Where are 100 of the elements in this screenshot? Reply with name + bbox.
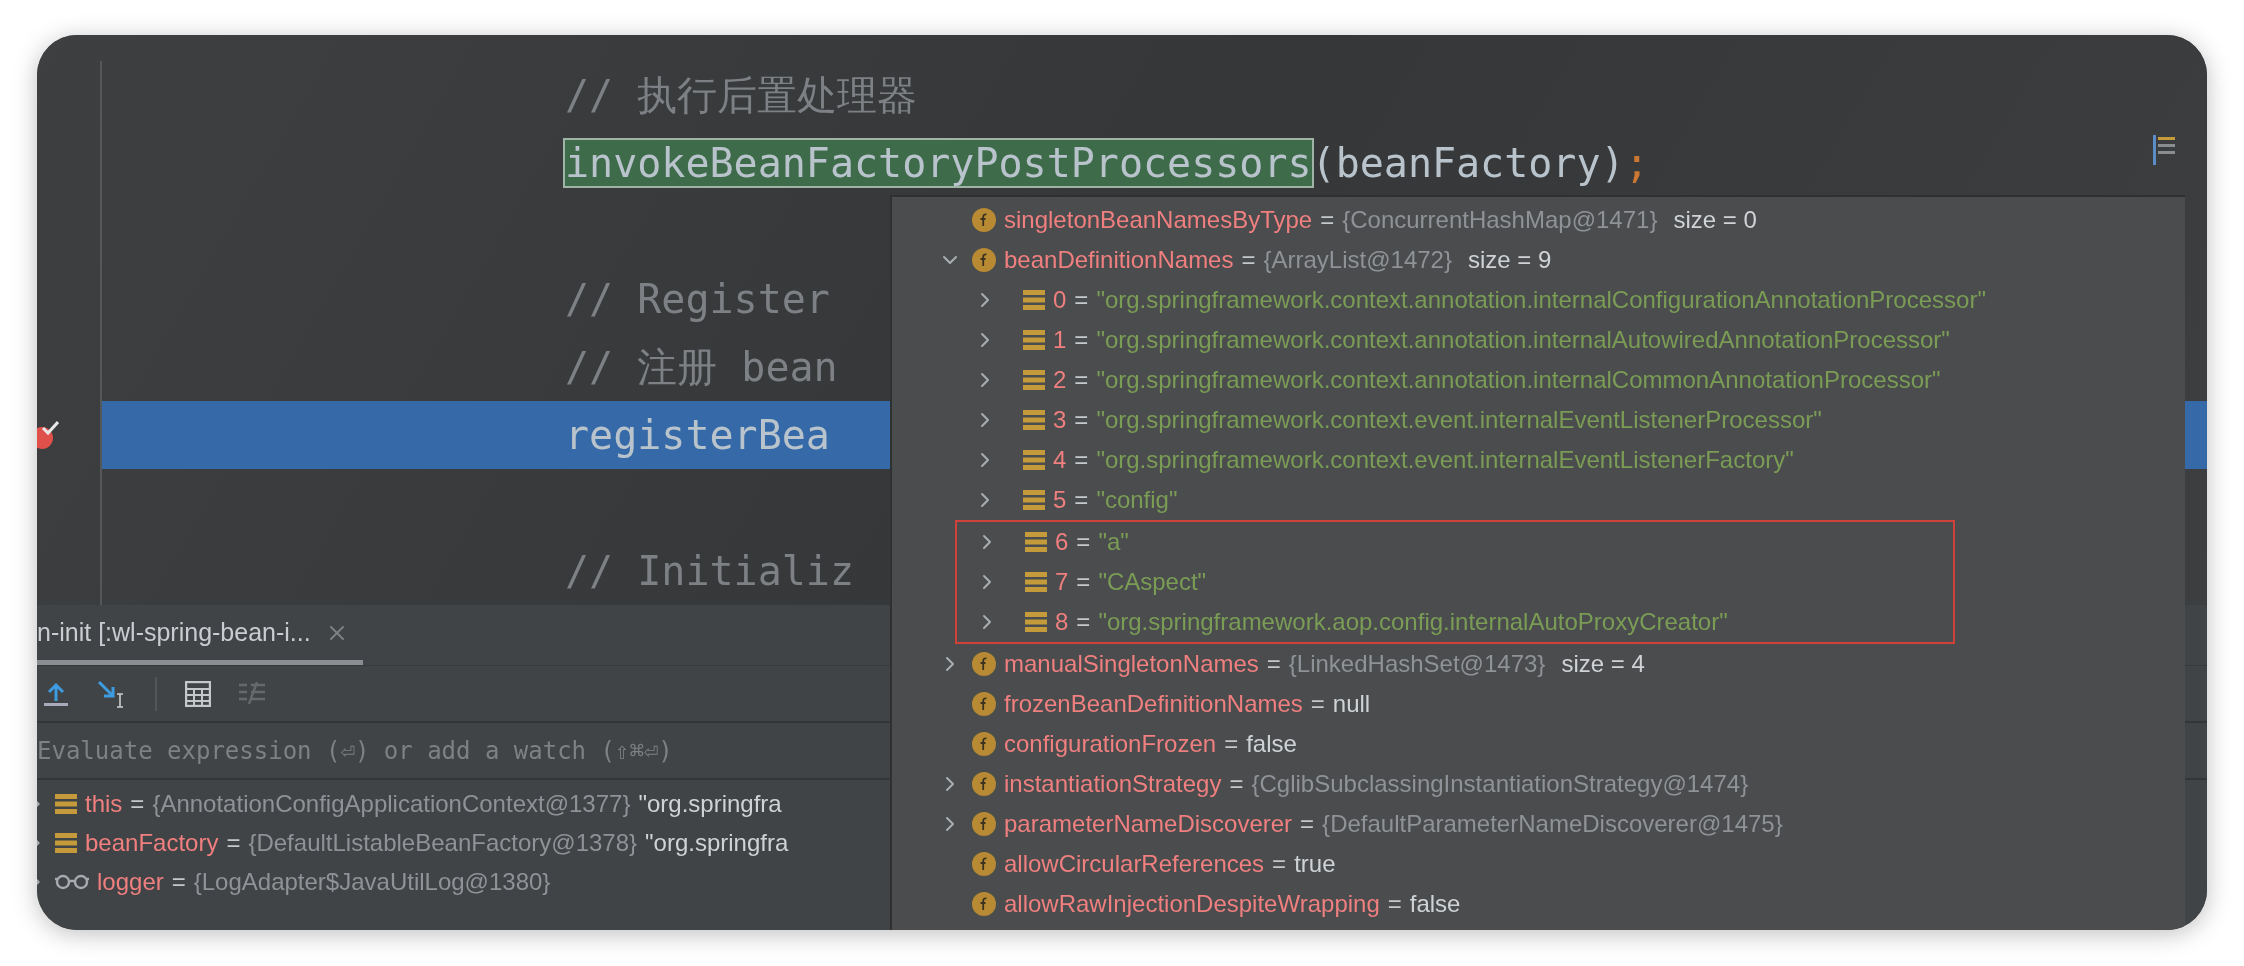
size-text: size = 0 <box>1673 206 1757 234</box>
semicolon: ; <box>1624 140 1649 186</box>
field-icon <box>972 852 996 876</box>
literal-value: false <box>1409 890 1461 918</box>
field-name: manualSingletonNames <box>1004 650 1259 678</box>
stack-icon <box>1025 572 1047 592</box>
stack-icon <box>1023 290 1045 310</box>
equals-sign: = <box>226 828 241 857</box>
string-value: "org.springframework.context.annotation.internalConfigurationAnnotationProcessor" <box>1096 286 1986 314</box>
stack-icon <box>55 832 77 853</box>
string-value: "org.springfra <box>645 828 789 857</box>
equals-sign: = <box>1300 810 1315 838</box>
code-comment: // 注册 bean <box>565 342 838 392</box>
method-arguments: (beanFactory) <box>1311 140 1625 186</box>
element-index: 8 <box>1055 608 1069 636</box>
string-value: "config" <box>1096 486 1178 514</box>
field-name: singletonBeanNamesByType <box>1004 206 1313 234</box>
object-value: {DefaultParameterNameDiscoverer@1475} <box>1322 810 1783 838</box>
code-comment: // Initializ <box>565 548 854 594</box>
code-comment: // Register <box>565 276 830 322</box>
object-value: {DefaultListableBeanFactory@1378} <box>248 828 638 857</box>
equals-sign: = <box>1074 486 1089 514</box>
calculator-icon[interactable] <box>185 680 211 707</box>
equals-sign: = <box>171 867 186 896</box>
string-value: "org.springframework.context.event.internalEventListenerProcessor" <box>1096 406 1822 434</box>
element-index: 6 <box>1055 528 1069 556</box>
string-value: "org.springframework.context.annotation.internalAutowiredAnnotationProcessor" <box>1096 326 1950 354</box>
field-name: configurationFrozen <box>1004 730 1217 758</box>
string-value: "org.springframework.context.event.internalEventListenerFactory" <box>1096 446 1794 474</box>
equals-sign: = <box>1074 406 1089 434</box>
literal-value: null <box>1332 690 1371 718</box>
equals-sign: = <box>1229 770 1244 798</box>
field-icon <box>972 732 996 756</box>
element-index: 3 <box>1053 406 1067 434</box>
equals-sign: = <box>1074 286 1089 314</box>
stack-icon <box>1023 410 1045 430</box>
glasses-icon <box>55 873 89 890</box>
equals-sign: = <box>1320 206 1335 234</box>
session-tab[interactable]: n-init [:wl-spring-bean-i... <box>37 605 363 665</box>
field-icon <box>972 248 996 272</box>
string-value: "org.springfra <box>638 789 782 818</box>
string-value: "CAspect" <box>1098 568 1207 596</box>
element-index: 1 <box>1053 326 1067 354</box>
string-value: "org.springframework.context.annotation.internalCommonAnnotationProcessor" <box>1096 366 1941 394</box>
equals-sign: = <box>1076 528 1091 556</box>
element-index: 4 <box>1053 446 1067 474</box>
stack-icon <box>1023 490 1045 510</box>
object-value: {LinkedHashSet@1473} <box>1288 650 1546 678</box>
string-value: "org.springframework.aop.config.internalAutoProxyCreator" <box>1098 608 1728 636</box>
breakpoint-icon[interactable] <box>37 420 59 450</box>
equals-sign: = <box>1266 650 1281 678</box>
stack-icon <box>1025 532 1047 552</box>
stack-icon <box>55 793 77 814</box>
field-icon <box>972 692 996 716</box>
literal-value: true <box>1294 850 1336 878</box>
stack-icon <box>1023 370 1045 390</box>
field-name: allowRawInjectionDespiteWrapping <box>1004 890 1380 918</box>
literal-value: false <box>1246 730 1297 758</box>
equals-sign: = <box>1074 446 1089 474</box>
field-name: instantiationStrategy <box>1004 770 1222 798</box>
equals-sign: = <box>1241 246 1256 274</box>
size-text: size = 9 <box>1467 246 1552 274</box>
field-icon <box>972 652 996 676</box>
field-name: beanDefinitionNames <box>1004 246 1234 274</box>
variable-name: this <box>85 789 123 818</box>
equals-sign: = <box>1074 366 1089 394</box>
element-index: 7 <box>1055 568 1069 596</box>
object-value: {CglibSubclassingInstantiationStrategy@1474} <box>1251 770 1749 798</box>
field-name: frozenBeanDefinitionNames <box>1004 690 1303 718</box>
equals-sign: = <box>1224 730 1239 758</box>
size-text: size = 4 <box>1561 650 1645 678</box>
equals-sign: = <box>1076 608 1091 636</box>
code-comment: // 执行后置处理器 <box>565 70 918 120</box>
equals-sign: = <box>1272 850 1287 878</box>
equals-sign: = <box>1387 890 1402 918</box>
element-index: 2 <box>1053 366 1067 394</box>
lines-icon <box>2153 135 2175 165</box>
field-icon <box>972 812 996 836</box>
equals-sign: = <box>1076 568 1091 596</box>
equals-sign: = <box>1310 690 1325 718</box>
string-value: "a" <box>1098 528 1129 556</box>
field-icon <box>972 772 996 796</box>
field-icon <box>972 208 996 232</box>
object-value: {ArrayList@1472} <box>1263 246 1452 274</box>
object-value: {LogAdapter$JavaUtilLog@1380} <box>193 867 551 896</box>
element-index: 5 <box>1053 486 1067 514</box>
object-value: {AnnotationConfigApplicationContext@1377} <box>152 789 631 818</box>
field-name: allowCircularReferences <box>1004 850 1265 878</box>
field-name: parameterNameDiscoverer <box>1004 810 1293 838</box>
equals-sign: = <box>1074 326 1089 354</box>
stack-icon <box>1025 612 1047 632</box>
variable-name: beanFactory <box>85 828 219 857</box>
code-text: registerBea <box>565 412 830 458</box>
variable-name: logger <box>97 867 164 896</box>
method-name: invokeBeanFactoryPostProcessors <box>565 140 1312 186</box>
element-index: 0 <box>1053 286 1067 314</box>
stack-icon <box>1023 330 1045 350</box>
arrow-up-icon[interactable] <box>43 680 69 707</box>
field-icon <box>972 892 996 916</box>
object-value: {ConcurrentHashMap@1471} <box>1342 206 1658 234</box>
